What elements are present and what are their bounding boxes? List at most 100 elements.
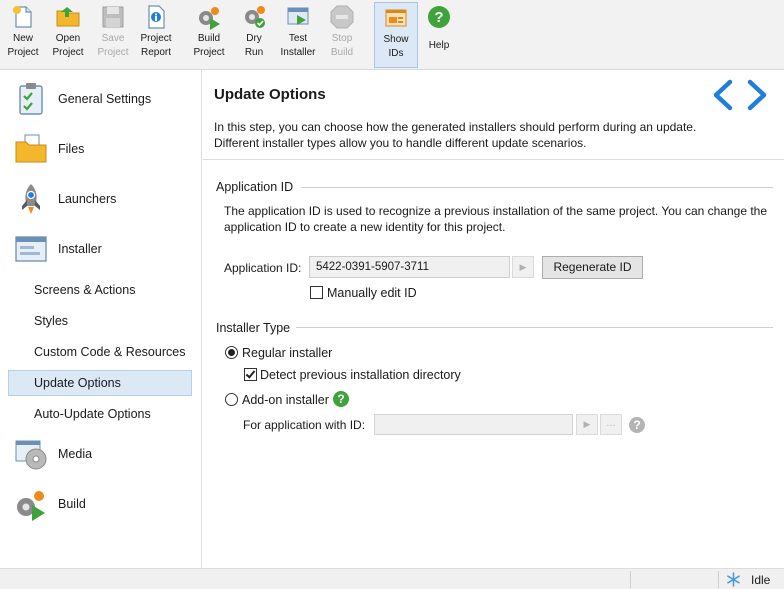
page-description: In this step, you can choose how the gen… (214, 119, 774, 151)
regular-installer-label[interactable]: Regular installer (242, 346, 332, 360)
status-separator (630, 571, 631, 588)
open-folder-icon (56, 7, 80, 27)
status-separator (718, 571, 719, 588)
application-id-label: Application ID: (224, 261, 302, 275)
stop-icon (330, 5, 354, 29)
build-project-button[interactable]: Build Project (190, 2, 228, 66)
clipboard-check-icon (19, 83, 43, 115)
sidebar-item-auto-update-options[interactable]: Auto-Update Options (8, 401, 192, 427)
status-bar: Idle (0, 568, 784, 589)
stop-build-label: Stop Build (330, 33, 354, 58)
show-ids-icon (385, 9, 407, 27)
ellipsis-icon: … (606, 418, 616, 429)
addon-installer-radio[interactable] (225, 393, 238, 406)
for-application-browse-button[interactable]: … (600, 414, 622, 435)
regenerate-id-button[interactable]: Regenerate ID (542, 256, 643, 279)
for-application-id-label: For application with ID: (243, 418, 366, 432)
manually-edit-id-label[interactable]: Manually edit ID (327, 286, 417, 300)
sidebar-item-installer[interactable]: Installer (14, 230, 194, 270)
detect-previous-directory-checkbox[interactable] (244, 368, 257, 381)
sidebar-item-files[interactable]: Files (14, 130, 194, 170)
play-arrow-icon: ▶ (519, 262, 527, 272)
description-line: application ID to create a new identity … (224, 220, 506, 234)
build-gear-icon (17, 491, 45, 521)
section-divider (296, 327, 773, 328)
help-label: Help (428, 40, 450, 51)
main-panel: Update Options In this step, you can cho… (203, 70, 784, 568)
section-divider (301, 187, 773, 188)
report-icon (148, 5, 165, 29)
test-installer-button[interactable]: Test Installer (278, 2, 318, 66)
forward-arrow-icon[interactable] (742, 78, 772, 112)
sidebar-item-screens-actions[interactable]: Screens & Actions (8, 277, 192, 303)
sidebar-item-media[interactable]: Media (14, 435, 194, 475)
radio-selected-dot (228, 349, 235, 356)
application-id-arrow-button[interactable]: ▶ (512, 256, 534, 278)
stop-build-button[interactable]: Stop Build (324, 2, 360, 66)
project-report-label: Project Report (140, 33, 172, 58)
project-report-button[interactable]: Project Report (136, 2, 176, 66)
play-arrow-icon: ▶ (583, 419, 591, 429)
help-icon: ? (428, 6, 450, 28)
dry-run-button[interactable]: Dry Run (236, 2, 272, 66)
media-disc-icon (15, 440, 47, 470)
manually-edit-id-checkbox[interactable] (310, 286, 323, 299)
new-project-button[interactable]: New Project (4, 2, 42, 66)
status-text: Idle (751, 573, 771, 587)
open-project-button[interactable]: Open Project (48, 2, 88, 66)
toolbar: New Project Open Project Save Project Pr… (0, 0, 784, 70)
installer-type-heading: Installer Type (216, 321, 291, 335)
show-ids-button[interactable]: Show IDs (374, 2, 418, 68)
description-line: In this step, you can choose how the gen… (214, 120, 697, 134)
for-application-arrow-button[interactable]: ▶ (576, 414, 598, 435)
sidebar-item-label: Build (58, 497, 86, 511)
sidebar-item-custom-code-resources[interactable]: Custom Code & Resources (8, 339, 192, 365)
help-button[interactable]: ? Help (422, 2, 456, 66)
navigation-arrows (708, 78, 774, 112)
sidebar-item-label: Launchers (58, 192, 117, 206)
installer-window-icon (15, 236, 47, 262)
snowflake-idle-icon (727, 572, 740, 587)
sidebar-item-build[interactable]: Build (14, 485, 194, 525)
sidebar-item-label: Media (58, 447, 93, 461)
test-installer-label: Test Installer (280, 33, 316, 58)
detect-previous-directory-label[interactable]: Detect previous installation directory (260, 368, 461, 382)
sidebar: General Settings Files Launchers Install… (0, 70, 202, 568)
description-line: The application ID is used to recognize … (224, 204, 768, 218)
sidebar-item-general-settings[interactable]: General Settings (14, 80, 194, 120)
new-project-icon (13, 6, 32, 28)
application-id-field[interactable]: 5422-0391-5907-3711 (309, 256, 510, 278)
back-arrow-icon[interactable] (708, 78, 738, 112)
for-application-help-icon[interactable]: ? (629, 417, 645, 433)
show-ids-label: Show IDs (383, 34, 409, 59)
svg-text:?: ? (434, 9, 443, 26)
rocket-icon (22, 184, 40, 214)
save-project-button[interactable]: Save Project (94, 2, 132, 66)
dry-run-label: Dry Run (244, 33, 264, 58)
new-project-label: New Project (7, 33, 39, 58)
folder-files-icon (15, 134, 47, 163)
sidebar-item-label: Files (58, 142, 85, 156)
open-project-label: Open Project (52, 33, 84, 58)
sidebar-item-label: General Settings (58, 92, 152, 106)
sidebar-item-update-options[interactable]: Update Options (8, 370, 192, 396)
checkmark-icon (245, 368, 256, 379)
build-gear-icon (199, 7, 220, 30)
application-id-description: The application ID is used to recognize … (224, 203, 774, 235)
sidebar-item-label: Installer (58, 242, 102, 256)
for-application-id-field[interactable] (374, 414, 573, 435)
build-project-label: Build Project (193, 33, 225, 58)
page-title: Update Options (214, 86, 326, 103)
sidebar-item-launchers[interactable]: Launchers (14, 180, 194, 220)
addon-help-icon[interactable]: ? (333, 391, 349, 407)
application-id-heading: Application ID (216, 180, 294, 194)
test-installer-icon (287, 7, 309, 25)
save-disk-icon (102, 6, 124, 28)
header-divider (203, 159, 784, 160)
regular-installer-radio[interactable] (225, 346, 238, 359)
save-project-label: Save Project (97, 33, 129, 58)
addon-installer-label[interactable]: Add-on installer (242, 393, 329, 407)
dry-run-icon (245, 6, 265, 28)
description-line: Different installer types allow you to h… (214, 136, 587, 150)
sidebar-item-styles[interactable]: Styles (8, 308, 192, 334)
